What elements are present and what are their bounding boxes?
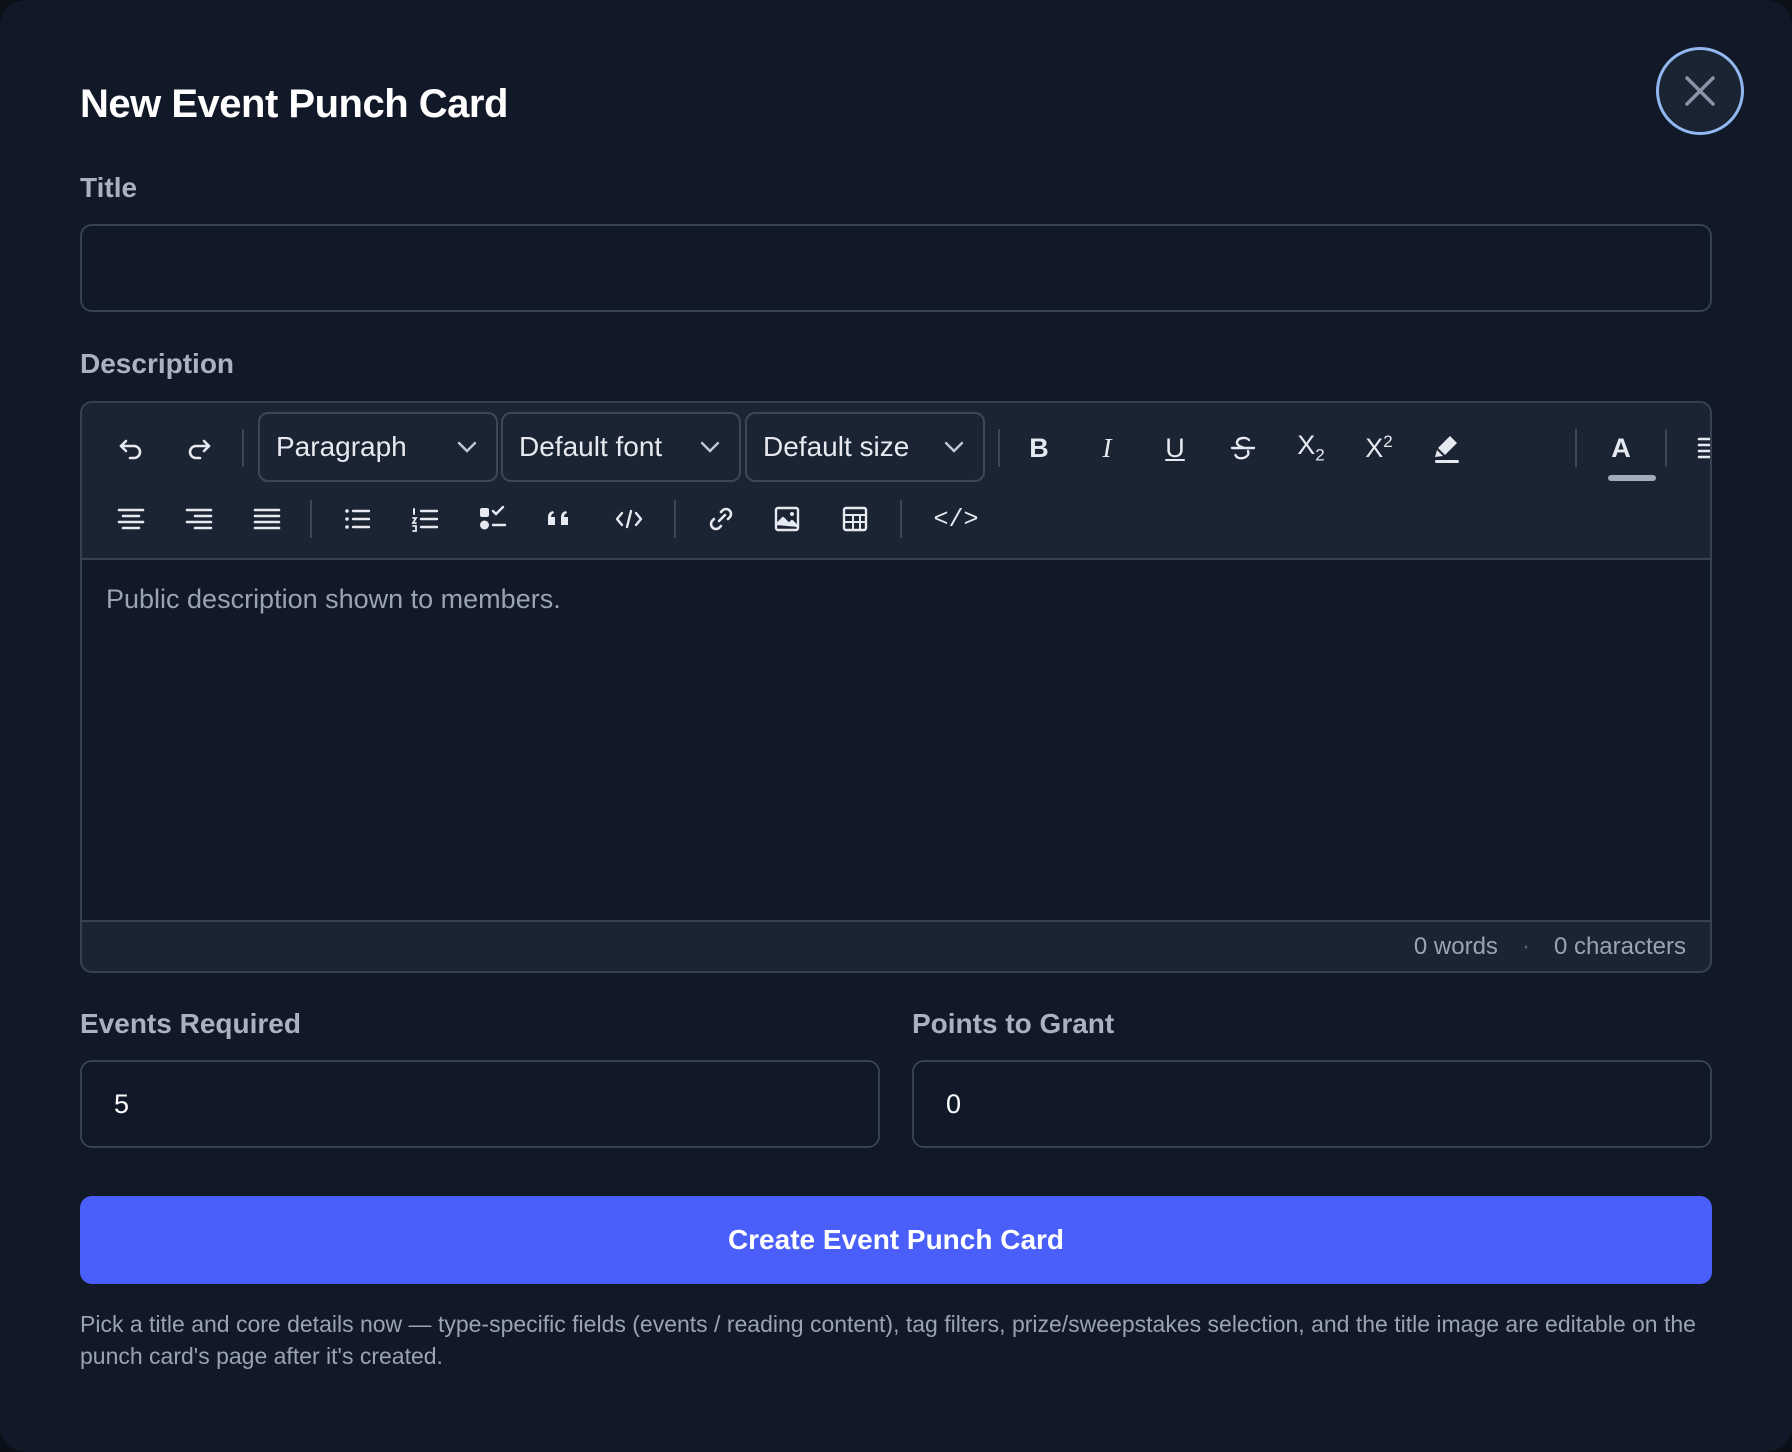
toolbar-divider [1575,429,1577,467]
link-button[interactable] [694,492,748,546]
task-list-icon [480,505,507,530]
bold-button[interactable]: B [1012,421,1066,475]
events-required-input[interactable] [80,1060,880,1148]
text-color-swatch [1608,475,1656,481]
align-left-button[interactable] [1684,421,1710,475]
character-count: 0 characters [1553,932,1686,960]
title-input[interactable] [80,224,1712,312]
numbered-list-icon [411,508,439,532]
redo-icon [188,439,211,460]
description-editor-content[interactable]: Public description shown to members. [82,560,1710,922]
word-count: 0 words [1413,932,1498,960]
editor-status-bar: 0 words · 0 characters [82,920,1710,971]
strikethrough-button[interactable] [1216,421,1270,475]
highlight-button[interactable] [1420,421,1474,475]
font-size-select[interactable]: Default size [745,412,985,482]
align-justify-button[interactable] [240,492,294,546]
bullet-list-icon [345,509,371,529]
highlight-icon [1435,436,1459,463]
close-button[interactable] [1656,47,1744,135]
close-icon [1685,76,1715,106]
description-placeholder: Public description shown to members. [106,584,561,614]
superscript-sup: 2 [1383,432,1393,451]
font-family-value: Default font [519,431,663,462]
align-center-icon [117,508,145,530]
numbered-list-button[interactable] [398,492,452,546]
toolbar-divider [242,429,244,467]
block-format-select[interactable]: Paragraph [258,412,498,482]
align-right-button[interactable] [172,492,226,546]
strikethrough-icon [1230,436,1256,460]
toolbar-divider [310,500,312,538]
html-source-button[interactable]: </> [916,492,996,546]
blockquote-button[interactable] [532,492,586,546]
bold-icon: B [1029,432,1049,463]
bullet-list-button[interactable] [330,492,384,546]
underline-icon: U [1165,432,1185,463]
create-punch-card-button[interactable]: Create Event Punch Card [80,1196,1712,1284]
toolbar-divider [1665,429,1667,467]
subscript-button[interactable]: X2 [1284,421,1338,475]
block-format-value: Paragraph [276,431,407,462]
text-color-icon: A [1611,432,1631,463]
subscript-icon: X2 [1297,430,1324,465]
html-source-icon: </> [933,504,979,534]
chevron-down-icon [457,441,477,453]
task-list-button[interactable] [466,492,520,546]
font-size-value: Default size [763,431,910,462]
font-family-select[interactable]: Default font [501,412,741,482]
modal-title: New Event Punch Card [80,82,508,126]
code-icon [615,509,643,529]
subscript-sub: 2 [1315,445,1325,465]
title-label: Title [80,172,138,203]
events-required-label: Events Required [80,1008,301,1039]
rich-text-editor: Paragraph Default font Default size B I … [80,401,1712,973]
image-icon [774,506,800,532]
help-text: Pick a title and core details now — type… [80,1311,1696,1369]
superscript-icon: X2 [1365,432,1392,464]
align-left-icon [1697,437,1710,459]
text-color-button[interactable]: A [1594,421,1656,481]
superscript-base: X [1365,433,1384,463]
editor-toolbar: Paragraph Default font Default size B I … [82,403,1710,560]
align-right-icon [185,508,213,530]
table-icon [842,506,868,532]
toolbar-divider [998,429,1000,467]
table-button[interactable] [828,492,882,546]
blockquote-icon [548,511,568,525]
image-button[interactable] [760,492,814,546]
chevron-down-icon [700,441,720,453]
toolbar-divider [674,500,676,538]
undo-button[interactable] [104,421,158,475]
description-label: Description [80,348,235,379]
code-button[interactable] [602,492,656,546]
italic-button[interactable]: I [1080,421,1134,475]
superscript-button[interactable]: X2 [1352,421,1406,475]
align-center-button[interactable] [104,492,158,546]
underline-button[interactable]: U [1148,421,1202,475]
subscript-base: X [1297,430,1316,461]
points-to-grant-input[interactable] [912,1060,1712,1148]
new-punch-card-modal: New Event Punch Card Title Description P… [0,0,1792,1452]
points-to-grant-label: Points to Grant [912,1008,1115,1039]
italic-icon: I [1102,432,1112,463]
undo-icon [119,439,142,460]
chevron-down-icon [944,441,964,453]
link-icon [709,507,733,531]
redo-button[interactable] [172,421,226,475]
separator-dot: · [1521,932,1530,960]
align-justify-icon [253,508,281,530]
toolbar-divider [900,500,902,538]
